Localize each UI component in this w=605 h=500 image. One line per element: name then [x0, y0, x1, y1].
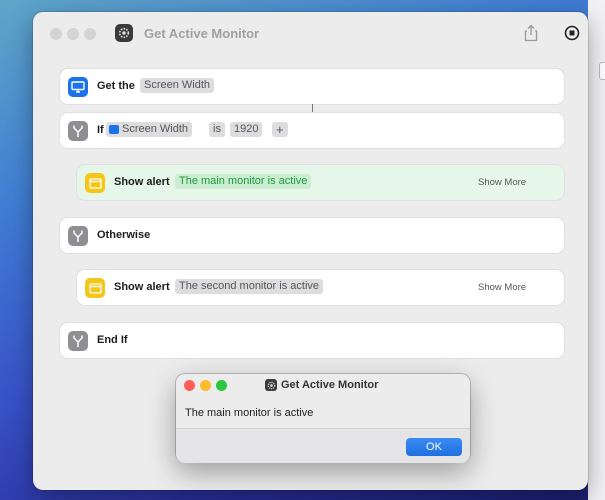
- value-token[interactable]: 1920: [230, 122, 263, 137]
- action-show-alert-second[interactable]: Show alert The second monitor is active …: [77, 270, 564, 305]
- action-label: If: [97, 124, 104, 136]
- branch-icon: [68, 331, 88, 351]
- share-icon[interactable]: [523, 24, 539, 42]
- action-label: Show alert: [114, 281, 170, 293]
- title-bar: Get Active Monitor: [33, 12, 588, 56]
- screen-width-variable[interactable]: Screen Width: [106, 122, 193, 137]
- action-label: Otherwise: [97, 229, 151, 241]
- dialog-title: Get Active Monitor: [281, 379, 379, 391]
- run-icon[interactable]: [564, 25, 580, 41]
- alert-message-token[interactable]: The second monitor is active: [175, 279, 324, 294]
- alert-dialog: Get Active Monitor The main monitor is a…: [176, 374, 470, 463]
- window-title: Get Active Monitor: [144, 26, 260, 41]
- dialog-minimize-button[interactable]: [200, 380, 211, 391]
- action-label: End If: [97, 334, 128, 346]
- show-more-button[interactable]: Show More: [478, 177, 526, 188]
- alert-window-icon: [85, 173, 105, 193]
- shortcut-gear-icon: [115, 24, 133, 42]
- shortcut-gear-icon: [265, 379, 277, 391]
- ok-button[interactable]: OK: [406, 438, 462, 456]
- dialog-footer: OK: [176, 428, 470, 463]
- dialog-zoom-button[interactable]: [216, 380, 227, 391]
- operator-token[interactable]: is: [209, 122, 225, 137]
- branch-icon: [68, 226, 88, 246]
- background-window-edge: [588, 0, 605, 500]
- variable-label: Screen Width: [122, 123, 189, 135]
- close-button[interactable]: [50, 28, 62, 40]
- zoom-button[interactable]: [84, 28, 96, 40]
- alert-message-token[interactable]: The main monitor is active: [175, 174, 312, 189]
- branch-icon: [68, 121, 88, 141]
- dialog-close-button[interactable]: [184, 380, 195, 391]
- minimize-button[interactable]: [67, 28, 79, 40]
- dialog-message: The main monitor is active: [185, 407, 314, 419]
- action-get-screen-width[interactable]: Get the Screen Width: [60, 69, 564, 104]
- show-more-button[interactable]: Show More: [478, 282, 526, 293]
- display-icon: [68, 77, 88, 97]
- action-label: Get the: [97, 80, 135, 92]
- text-cursor: [312, 104, 313, 112]
- background-window-control: [599, 62, 605, 80]
- action-show-alert-main[interactable]: Show alert The main monitor is active Sh…: [77, 165, 564, 200]
- action-end-if[interactable]: End If: [60, 323, 564, 358]
- display-icon: [109, 125, 119, 134]
- alert-window-icon: [85, 278, 105, 298]
- action-otherwise[interactable]: Otherwise: [60, 218, 564, 253]
- screen-width-token[interactable]: Screen Width: [140, 78, 215, 93]
- add-condition-button[interactable]: +: [272, 122, 288, 137]
- action-label: Show alert: [114, 176, 170, 188]
- action-if[interactable]: If Screen Width is 1920 +: [60, 113, 564, 148]
